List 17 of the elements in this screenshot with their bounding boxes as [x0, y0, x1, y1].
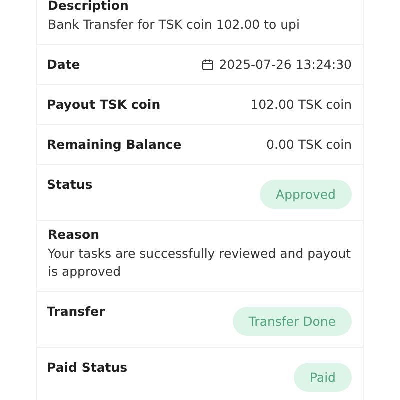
field-value: 2025-07-26 13:24:30	[219, 57, 352, 72]
field-label: Transfer	[47, 304, 106, 319]
field-label: Payout TSK coin	[47, 97, 161, 112]
field-value: 102.00 TSK coin	[250, 97, 352, 112]
field-label: Reason	[48, 227, 100, 242]
status-badge: Approved	[260, 180, 352, 209]
field-value: Your tasks are successfully reviewed and payout is approved	[48, 245, 352, 281]
status-badge: Transfer Done	[232, 307, 352, 336]
field-value: Bank Transfer for TSK coin 102.00 to upi	[48, 16, 301, 34]
field-label: Description	[48, 0, 130, 13]
field-label: Date	[47, 57, 80, 72]
field-value: 0.00 TSK coin	[266, 137, 352, 152]
status-badge: Paid	[294, 363, 352, 392]
field-label: Status	[47, 177, 93, 192]
calendar-icon	[202, 58, 214, 70]
field-label: Remaining Balance	[47, 137, 182, 152]
field-label: Paid Status	[47, 360, 128, 375]
